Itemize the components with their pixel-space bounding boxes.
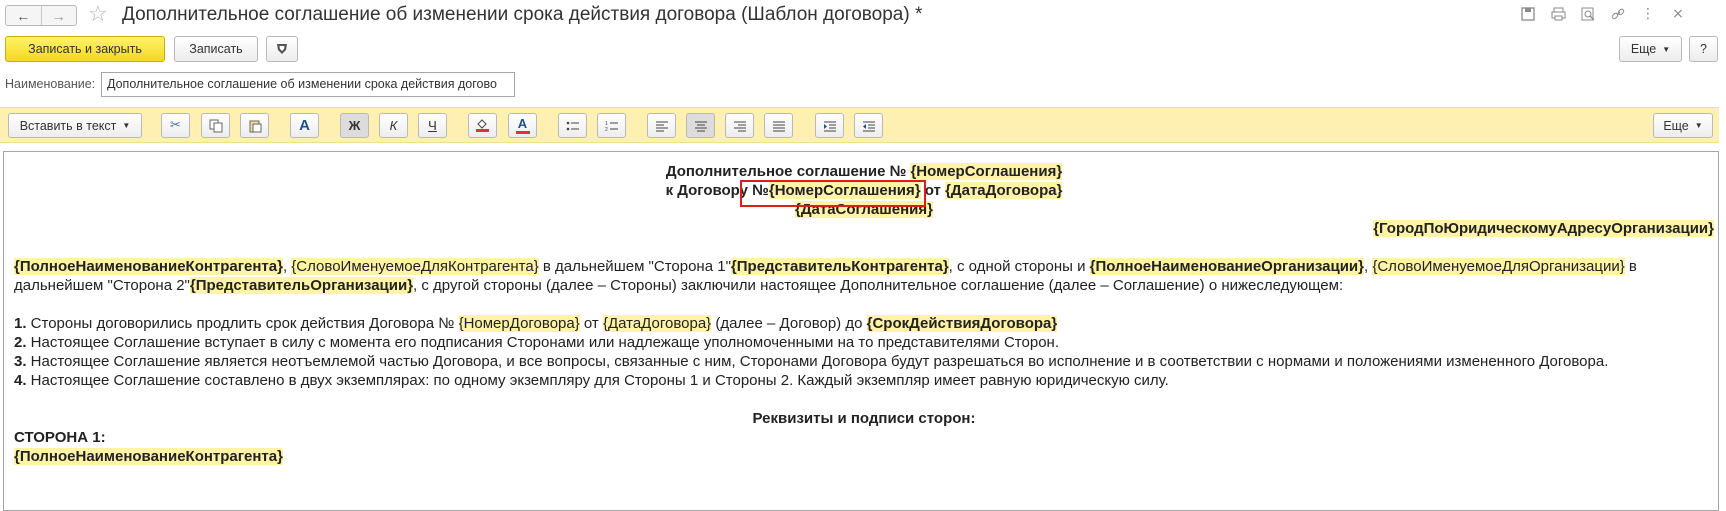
bullet-list-button[interactable] [558, 113, 587, 138]
format-more-button[interactable]: Еще ▼ [1653, 113, 1713, 138]
align-right-button[interactable] [725, 113, 754, 138]
align-left-icon [655, 121, 668, 131]
insert-into-text-button[interactable]: Вставить в текст ▼ [8, 113, 142, 138]
justify-icon [772, 121, 785, 131]
align-left-button[interactable] [647, 113, 676, 138]
preview-icon[interactable] [1580, 6, 1596, 22]
field-agreement-number[interactable]: {НомерСоглашения} [910, 163, 1063, 180]
print-icon[interactable] [1550, 6, 1566, 22]
doc-side-1-heading: СТОРОНА 1: [14, 429, 106, 446]
align-center-button[interactable] [686, 113, 715, 138]
field-counterparty-name[interactable]: {ПолноеНаименованиеКонтрагента} [14, 258, 283, 275]
svg-text:2: 2 [605, 127, 608, 132]
scissors-icon: ✂ [170, 118, 181, 133]
paste-button[interactable] [240, 113, 269, 138]
doc-item-3: 3. Настоящее Соглашение является неотъем… [14, 353, 1609, 370]
star-icon[interactable]: ☆ [88, 2, 108, 27]
save-button[interactable]: Записать [174, 36, 258, 62]
name-label: Наименование: [5, 77, 96, 91]
forward-button[interactable]: → [40, 6, 77, 25]
doc-item-2: 2. Настоящее Соглашение вступает в силу … [14, 334, 1059, 351]
format-more-label: Еще [1663, 118, 1689, 133]
bold-icon: Ж [348, 118, 361, 133]
indent-decrease-icon [862, 121, 875, 131]
paste-icon [249, 120, 261, 132]
format-toolbar: Вставить в текст ▼ ✂ A Ж К Ч A 12 Еще ▼ [0, 107, 1719, 143]
arrow-left-icon: ← [16, 7, 31, 24]
indent-increase-icon [823, 121, 836, 131]
window-icons: ⋮ × [1520, 6, 1686, 22]
numbered-list-icon: 12 [605, 121, 618, 132]
text-color-icon: A [515, 115, 530, 134]
doc-item-4: 4. Настоящее Соглашение составлено в дву… [14, 372, 1169, 389]
cut-button[interactable]: ✂ [161, 113, 190, 138]
doc-parties-paragraph: {ПолноеНаименованиеКонтрагента}, {СловоИ… [14, 258, 1637, 294]
navigation-buttons: ← → [5, 5, 77, 26]
fill-color-icon [476, 119, 489, 132]
field-city[interactable]: {ГородПоЮридическомуАдресуОрганизации} [1373, 220, 1714, 237]
doc-side-1-name: {ПолноеНаименованиеКонтрагента} [14, 447, 1714, 466]
field-organization-name[interactable]: {ПолноеНаименованиеОрганизации} [1089, 258, 1364, 275]
chevron-down-icon: ▼ [1694, 121, 1703, 130]
chevron-down-icon: ▼ [122, 121, 131, 130]
align-center-icon [694, 121, 707, 131]
copy-icon [209, 119, 222, 132]
insert-label: Вставить в текст [19, 118, 117, 133]
doc-item-1: 1. Стороны договорились продлить срок де… [14, 315, 1058, 332]
text-color-button[interactable]: A [508, 113, 537, 138]
underline-icon: Ч [428, 118, 437, 133]
field-counterparty-name-2[interactable]: {ПолноеНаименованиеКонтрагента} [14, 448, 283, 465]
decrease-indent-button[interactable] [854, 113, 883, 138]
close-icon[interactable]: × [1670, 6, 1686, 22]
font-button[interactable]: A [290, 113, 319, 138]
save-and-close-button[interactable]: Записать и закрыть [5, 36, 165, 62]
field-organization-rep[interactable]: {ПредставительОрганизации} [189, 277, 414, 294]
save-icon[interactable] [1520, 6, 1536, 22]
field-counterparty-rep[interactable]: {ПредставительКонтрагента} [730, 258, 949, 275]
bullet-list-icon [566, 121, 579, 130]
more-label: Еще [1630, 42, 1657, 56]
command-bar: Записать и закрыть Записать Еще ▼ ? [0, 36, 1726, 64]
doc-city-line: {ГородПоЮридическомуАдресуОрганизации} [14, 219, 1714, 238]
title-bar: ← → ☆ Дополнительное соглашение об измен… [0, 0, 1726, 30]
more-icon[interactable]: ⋮ [1640, 6, 1656, 22]
increase-indent-button[interactable] [815, 113, 844, 138]
font-icon: A [299, 117, 310, 134]
more-menu-button[interactable]: Еще ▼ [1619, 36, 1682, 62]
field-counterparty-word[interactable]: {СловоИменуемоеДляКонтрагента} [291, 258, 539, 275]
arrow-right-icon: → [51, 7, 66, 24]
italic-icon: К [389, 118, 398, 133]
highlight-annotation-box [740, 180, 926, 207]
security-button[interactable] [266, 36, 298, 62]
align-right-icon [733, 121, 746, 131]
text-color-glyph: A [517, 115, 528, 131]
field-contract-number[interactable]: {НомерДоговора} [458, 315, 580, 332]
copy-button[interactable] [201, 113, 230, 138]
doc-header-line-1: Дополнительное соглашение № {НомерСоглаш… [665, 163, 1063, 180]
field-contract-term[interactable]: {СрокДействияДоговора} [866, 315, 1058, 332]
document-content: Дополнительное соглашение № {НомерСоглаш… [14, 162, 1714, 466]
shield-icon [277, 44, 287, 54]
chevron-down-icon: ▼ [1662, 44, 1671, 54]
italic-button[interactable]: К [379, 113, 408, 138]
window-title: Дополнительное соглашение об изменении с… [122, 4, 923, 25]
name-input[interactable]: Дополнительное соглашение об изменении с… [101, 72, 515, 97]
justify-button[interactable] [764, 113, 793, 138]
underline-button[interactable]: Ч [418, 113, 447, 138]
bold-button[interactable]: Ж [340, 113, 369, 138]
link-icon[interactable] [1610, 6, 1626, 22]
field-organization-word[interactable]: {СловоИменуемоеДляОрганизации} [1372, 258, 1625, 275]
background-color-button[interactable] [468, 113, 497, 138]
field-contract-date[interactable]: {ДатаДоговора} [945, 182, 1063, 199]
back-button[interactable]: ← [6, 6, 41, 25]
doc-requisites-heading: Реквизиты и подписи сторон: [752, 410, 976, 427]
help-button[interactable]: ? [1689, 36, 1718, 62]
numbered-list-button[interactable]: 12 [597, 113, 626, 138]
field-contract-date-2[interactable]: {ДатаДоговора} [602, 315, 712, 332]
name-row: Наименование: Дополнительное соглашение … [0, 72, 1726, 98]
